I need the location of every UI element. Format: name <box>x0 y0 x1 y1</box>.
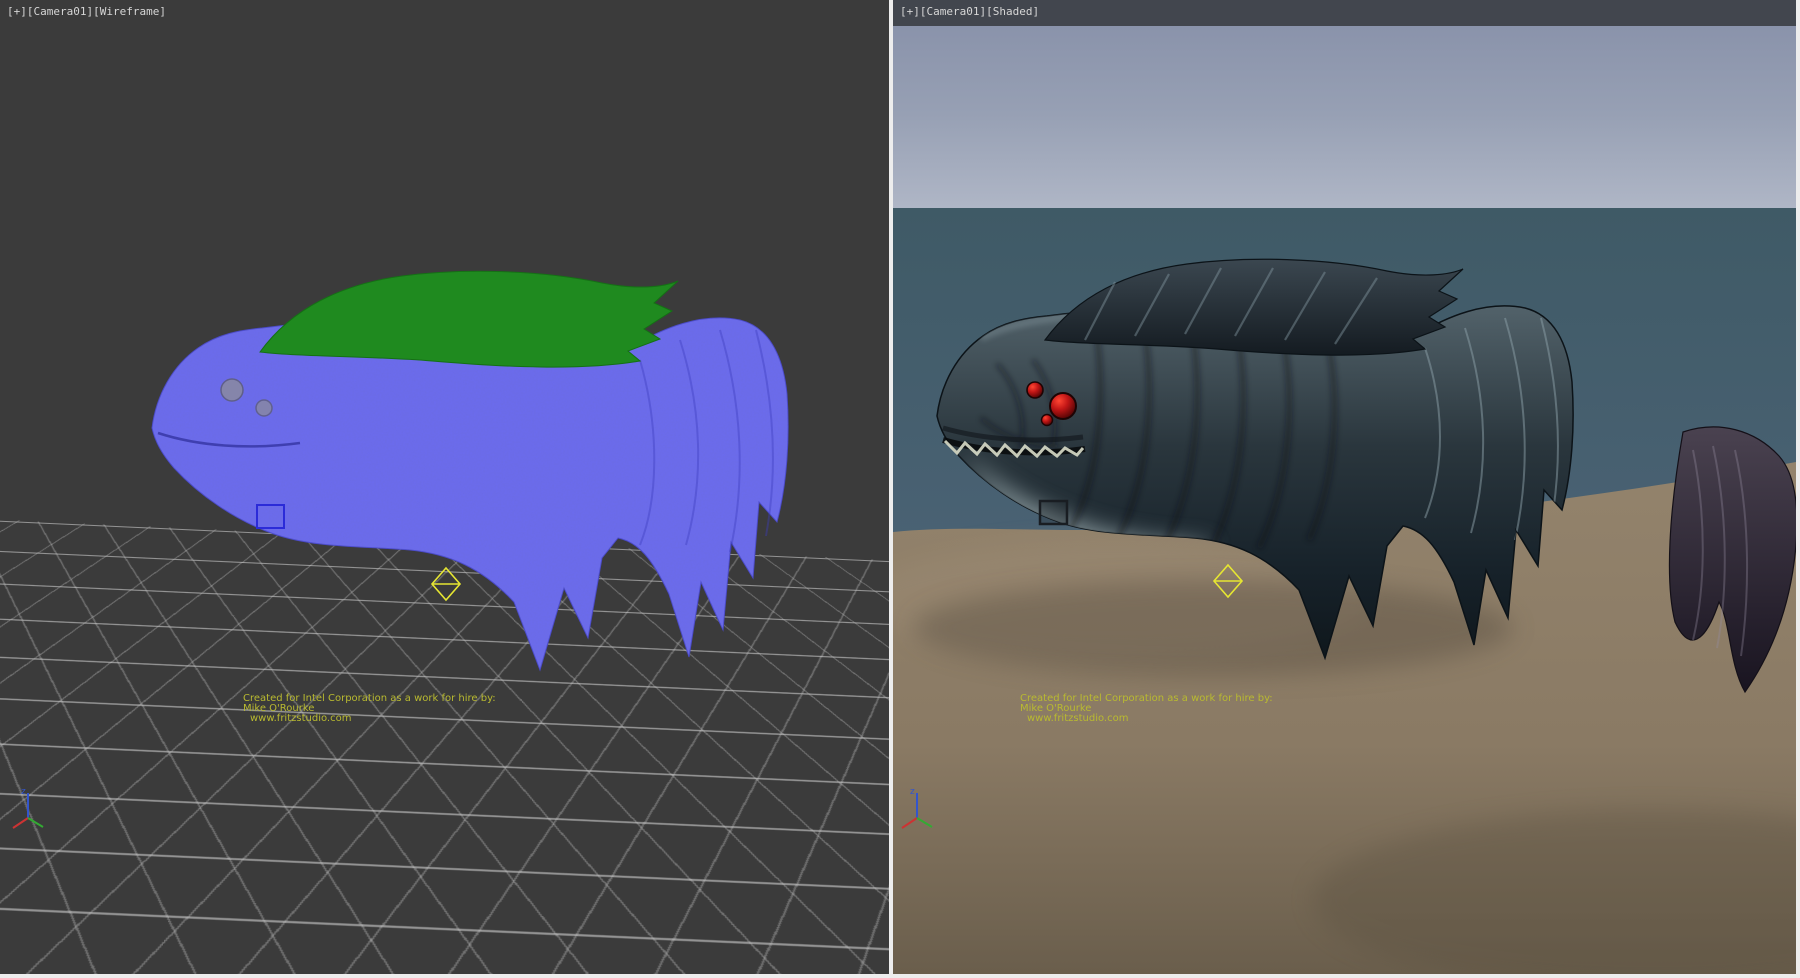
fish-eye-small <box>1042 415 1053 426</box>
viewport-menu-camera[interactable]: [Camera01] <box>920 5 986 18</box>
viewport-menu-general[interactable]: [+] <box>7 5 27 18</box>
axis-x-line <box>13 818 28 828</box>
viewport-label-wireframe: [+][Camera01][Wireframe] <box>7 5 166 18</box>
credit-line-3: www.fritzstudio.com <box>250 714 496 724</box>
viewport-menu-shading[interactable]: [Wireframe] <box>93 5 166 18</box>
axis-z-label: z <box>21 787 26 797</box>
dorsal-fin-shaded[interactable] <box>1045 259 1463 355</box>
viewport-shaded[interactable]: Created for Intel Corporation as a work … <box>893 0 1796 974</box>
max-dual-viewports: Created for Intel Corporation as a work … <box>0 0 1800 978</box>
axis-z-label: z <box>910 787 915 797</box>
viewport-wireframe[interactable]: Created for Intel Corporation as a work … <box>0 0 889 974</box>
wireframe-scene <box>0 0 889 974</box>
world-axis-gizmo: z <box>897 784 939 832</box>
world-axis-gizmo: z <box>8 784 50 832</box>
fish-eye-wire-small <box>256 400 272 416</box>
credit-line-3: www.fritzstudio.com <box>1027 714 1273 724</box>
shaded-scene <box>893 0 1796 974</box>
fish-eye-wire <box>221 379 243 401</box>
dummy-box-helper[interactable] <box>1040 501 1067 524</box>
viewport-menu-shading[interactable]: [Shaded] <box>986 5 1039 18</box>
dorsal-fin-wireframe[interactable] <box>260 271 678 367</box>
fish-eye-medium <box>1027 382 1043 398</box>
axis-y-line <box>28 818 43 827</box>
credit-text: Created for Intel Corporation as a work … <box>1020 694 1273 724</box>
fish-contact-shadow <box>913 580 1513 676</box>
credit-text: Created for Intel Corporation as a work … <box>243 694 496 724</box>
fish-mesh-texture <box>152 318 788 670</box>
viewport-menu-general[interactable]: [+] <box>900 5 920 18</box>
viewport-menu-camera[interactable]: [Camera01] <box>27 5 93 18</box>
fish-eye-large <box>1050 393 1076 419</box>
axis-y-line <box>917 818 932 827</box>
point-helper-diamond[interactable] <box>432 568 460 600</box>
axis-x-line <box>902 818 917 828</box>
viewport-label-shaded: [+][Camera01][Shaded] <box>900 5 1039 18</box>
